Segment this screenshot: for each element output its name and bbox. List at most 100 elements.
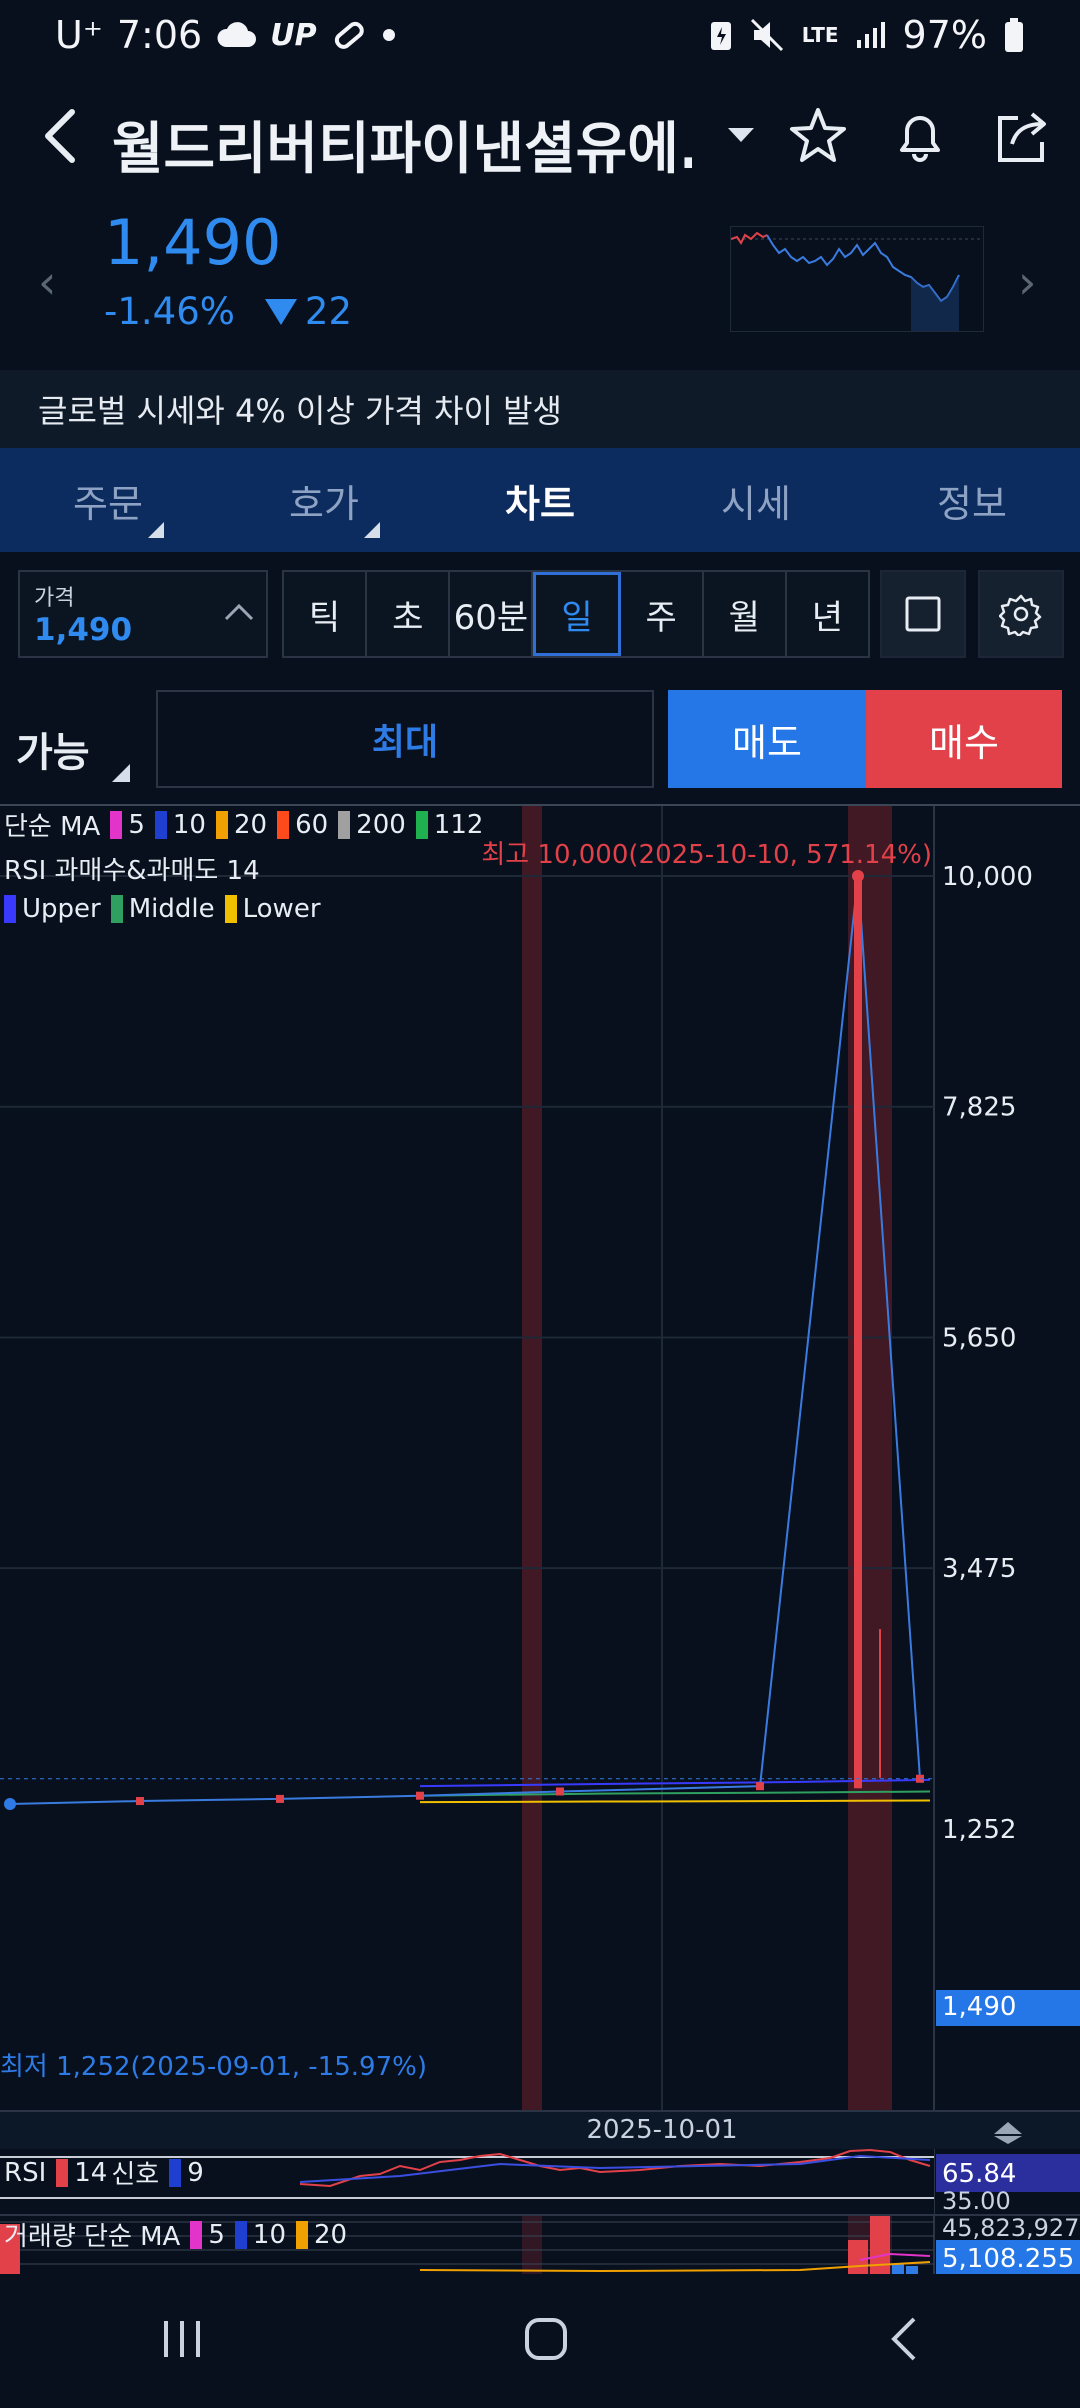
price-candle (416, 1791, 424, 1800)
price-candle (854, 876, 862, 1789)
tab-1[interactable]: 호가 (216, 448, 432, 552)
volume-ma-label: 10 (252, 2219, 286, 2250)
recent-apps-icon[interactable] (158, 2317, 206, 2365)
ma-swatch-icon (215, 810, 228, 839)
ma-period-label: 5 (128, 809, 145, 840)
gear-icon[interactable] (978, 570, 1064, 658)
home-icon[interactable] (522, 2315, 570, 2367)
high-annotation: 최고 10,000(2025-10-10, 571.14%) (481, 840, 932, 870)
mini-sparkline[interactable] (730, 226, 984, 332)
sell-button[interactable]: 매도 (668, 690, 866, 788)
current-price: 1,490 (104, 206, 282, 279)
rsi-swatch-icon (56, 2158, 69, 2187)
price-field[interactable]: 가격 1,490 (18, 570, 268, 658)
tab-0[interactable]: 주문 (0, 448, 216, 552)
tab-label: 시세 (721, 481, 791, 526)
network-label: LTE (801, 23, 839, 47)
high-marker (852, 870, 864, 882)
y-tick-label: 5,650 (942, 1323, 1016, 1353)
available-dropdown-icon[interactable] (112, 764, 130, 782)
band-legend: Upper Middle Lower (4, 894, 321, 924)
system-nav-bar (0, 2274, 1080, 2408)
volume-bar (906, 2266, 918, 2274)
volume-legend: 거래량 단순 MA 5 10 20 (4, 2216, 347, 2253)
down-arrow-icon (264, 298, 297, 325)
prev-coin-icon[interactable]: ‹ (38, 255, 56, 309)
current-price-tag: 1,490 (936, 1990, 1080, 2026)
mute-icon (750, 18, 786, 52)
rsi-value-text: 65.84 (942, 2159, 1016, 2189)
band-swatch-icon (224, 895, 237, 923)
tab-3[interactable]: 시세 (648, 448, 864, 552)
next-coin-icon[interactable]: › (1018, 255, 1036, 309)
period-5[interactable]: 월 (704, 572, 787, 656)
pill-icon (331, 17, 367, 53)
rsi-panel-label: RSI (4, 2157, 47, 2188)
clock: 7:06 (116, 13, 203, 57)
share-icon[interactable] (990, 104, 1054, 168)
period-2[interactable]: 60분 (450, 572, 534, 656)
ma-swatch-icon (338, 810, 351, 839)
price-field-value: 1,490 (34, 612, 133, 648)
period-1[interactable]: 초 (367, 572, 451, 656)
carrier-label: U⁺ (55, 13, 103, 57)
ma-swatch-icon (154, 810, 167, 839)
cloud-icon (216, 21, 257, 49)
period-4[interactable]: 주 (621, 572, 704, 656)
signal-swatch-icon (169, 2158, 182, 2187)
drawing-tool-button[interactable] (880, 570, 966, 658)
ma-period-label: 20 (233, 809, 268, 840)
chart-toolbar: 가격 1,490 틱 초 60분 일 주 월 년 (0, 568, 1080, 660)
band-label: Upper (22, 894, 101, 924)
order-bar: 가능 최대 매도 매수 (0, 690, 1080, 790)
rsi-level-label: 35.00 (942, 2187, 1011, 2215)
price-change: -1.46% 22 (104, 290, 352, 333)
bell-icon[interactable] (888, 104, 952, 168)
battery-icon (1003, 17, 1025, 53)
period-0[interactable]: 틱 (284, 572, 368, 656)
ma-swatch-icon (110, 810, 123, 839)
tab-label: 호가 (289, 481, 359, 526)
ma-period-label: 112 (433, 809, 484, 840)
ma-swatch-icon (415, 810, 428, 839)
date-axis-label: 2025-10-01 (586, 2115, 737, 2145)
back-nav-icon[interactable] (886, 2315, 922, 2367)
volume-bar (848, 2240, 868, 2274)
rsi-signal-label: 신호 (111, 2160, 160, 2190)
battery-saver-icon (708, 18, 734, 52)
rsi-legend-title: RSI 과매수&과매도 14 (4, 856, 260, 886)
band-swatch-icon (4, 895, 16, 923)
notification-dot-icon (381, 27, 397, 43)
ma-period-label: 60 (295, 809, 329, 840)
band-label: Lower (242, 894, 321, 924)
event-highlight-band (522, 806, 542, 2111)
ma-period-label: 200 (356, 809, 406, 840)
tab-2[interactable]: 차트 (432, 448, 648, 552)
period-3[interactable]: 일 (533, 572, 621, 656)
signal-icon (855, 20, 887, 50)
submenu-corner-icon (364, 522, 380, 538)
chevron-up-icon[interactable] (224, 602, 254, 622)
period-selector: 틱 초 60분 일 주 월 년 (282, 570, 870, 658)
volume-ma-label: 5 (208, 2219, 225, 2250)
price-candle (276, 1794, 284, 1803)
buy-button[interactable]: 매수 (866, 690, 1062, 788)
submenu-corner-icon (148, 522, 164, 538)
change-percent: -1.46% (104, 290, 235, 333)
price-chart[interactable]: 10,000 7,825 5,650 3,475 1,252 2025-10-01 65… (0, 804, 1080, 2274)
coin-title[interactable]: 월드리버티파이낸셜유에... (112, 104, 692, 185)
available-label[interactable]: 가능 (16, 720, 90, 778)
volume-ma-label: 20 (314, 2219, 348, 2250)
period-6[interactable]: 년 (787, 572, 868, 656)
chevron-down-icon[interactable] (728, 128, 754, 142)
max-button[interactable]: 최대 (156, 690, 654, 788)
volume-value-text: 5,108.255 (942, 2244, 1074, 2274)
y-tick-label: 7,825 (942, 1093, 1016, 1123)
tab-4[interactable]: 정보 (864, 448, 1080, 552)
rsi-signal-period: 9 (187, 2157, 204, 2188)
tab-label: 차트 (505, 481, 575, 526)
low-annotation: 최저 1,252(2025-09-01, -15.97%) (0, 2052, 427, 2082)
back-icon[interactable] (40, 106, 80, 166)
price-field-label: 가격 (34, 586, 75, 611)
star-icon[interactable] (786, 104, 850, 168)
